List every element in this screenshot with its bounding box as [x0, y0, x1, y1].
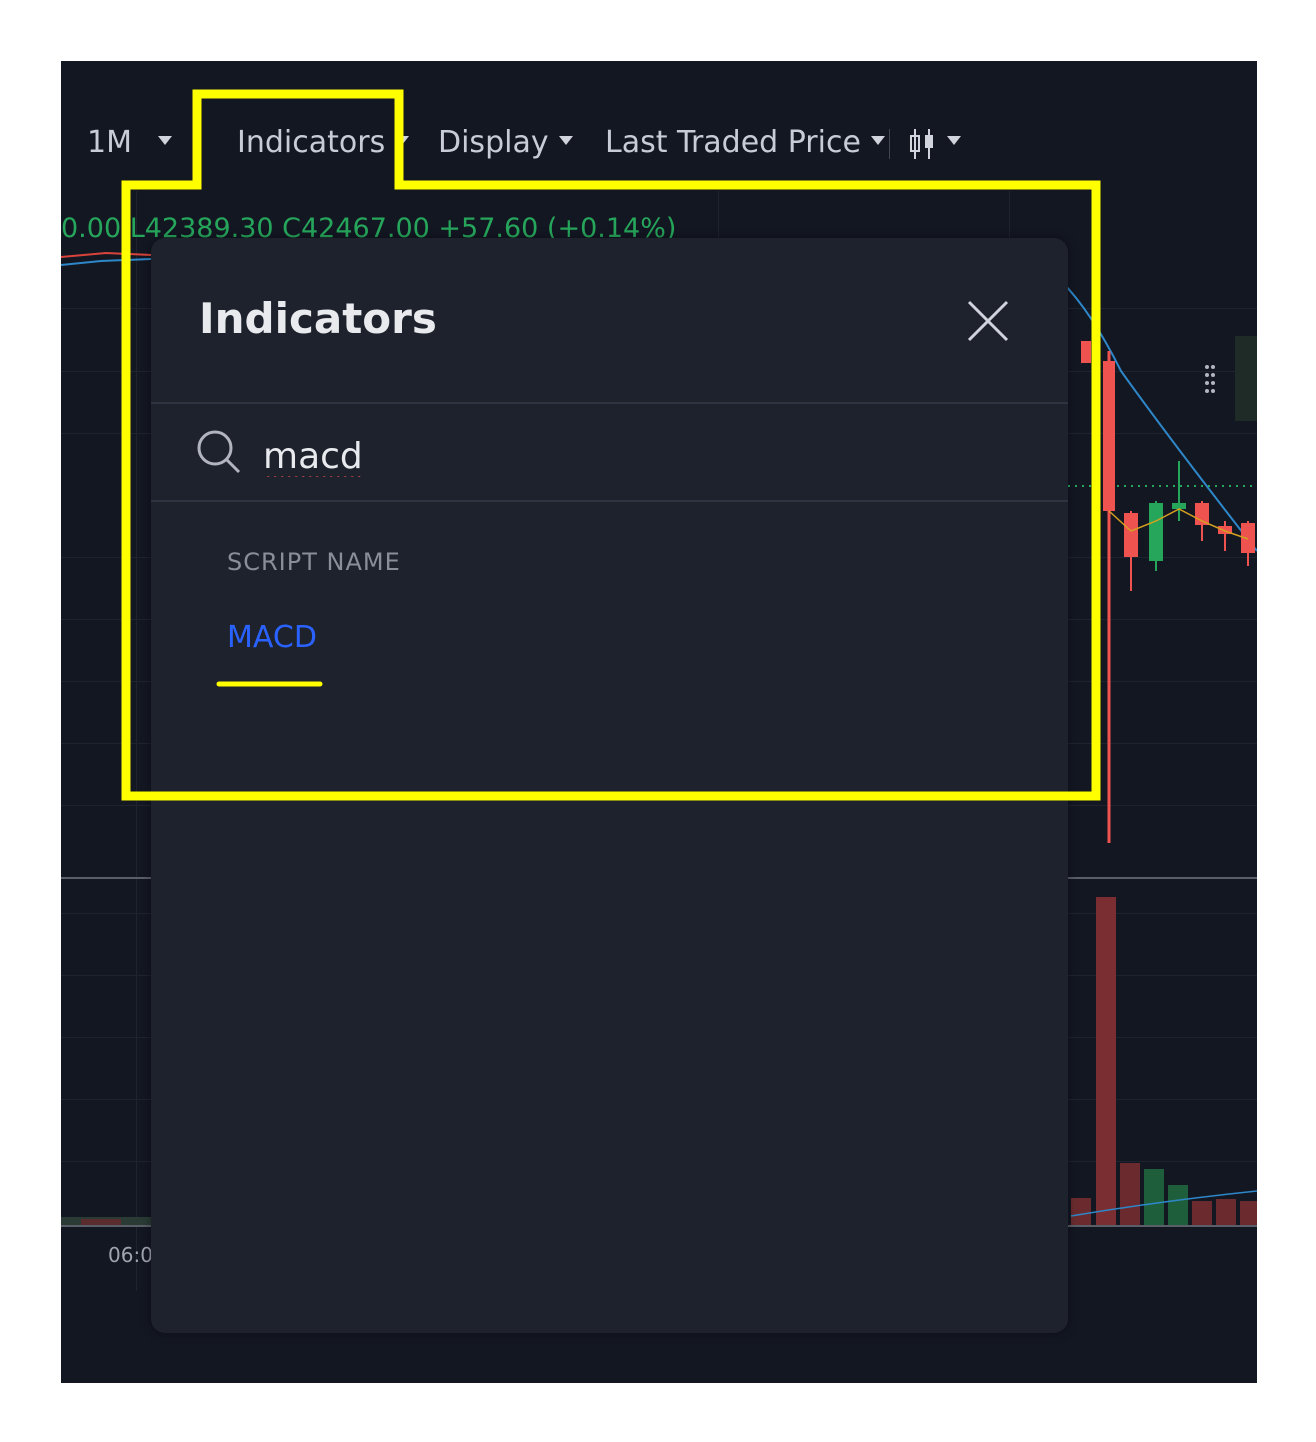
- highlight-annotation: [121, 89, 1101, 801]
